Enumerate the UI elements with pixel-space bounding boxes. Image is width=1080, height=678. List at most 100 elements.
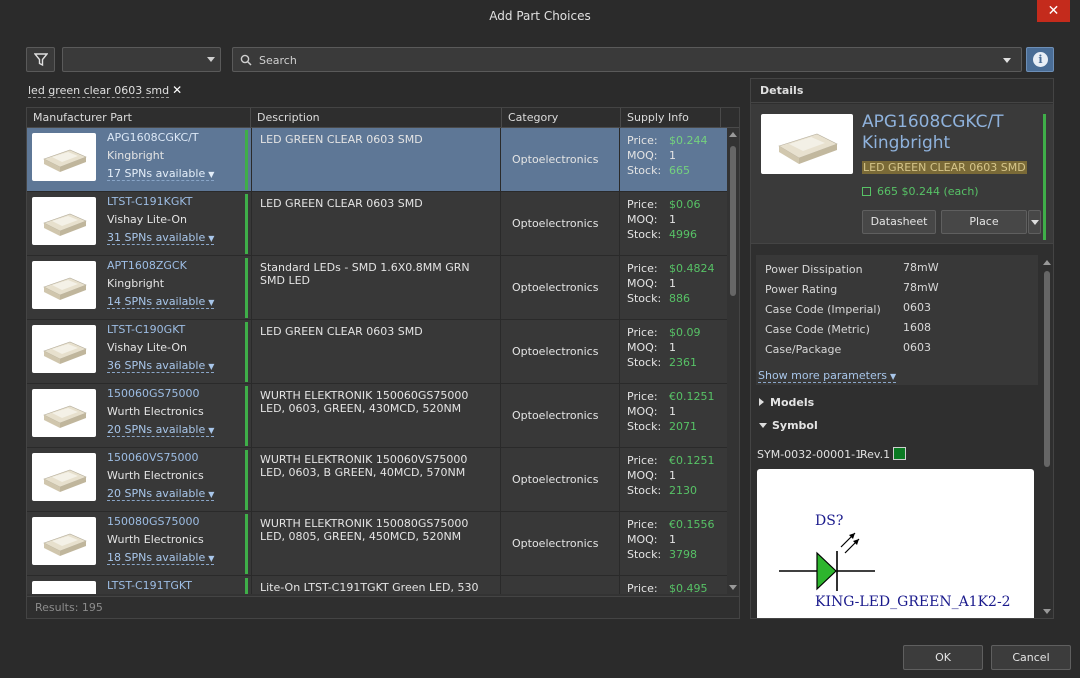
- table-header: Manufacturer Part Description Category S…: [27, 108, 739, 128]
- column-header-category[interactable]: Category: [502, 108, 621, 128]
- table-row[interactable]: LTST-C191KGKT Vishay Lite-On 31 SPNs avail…: [27, 192, 727, 256]
- spns-label: 31 SPNs available: [107, 231, 206, 244]
- scroll-down-icon[interactable]: [729, 585, 737, 590]
- spns-dropdown[interactable]: 17 SPNs available ▼: [107, 167, 215, 181]
- spns-dropdown[interactable]: 31 SPNs available ▼: [107, 231, 215, 245]
- part-number-link[interactable]: LTST-C191TGKT: [107, 579, 192, 592]
- supply-moq: MOQ: 1: [627, 468, 721, 483]
- stock-label: Stock:: [627, 292, 662, 305]
- symbol-status-swatch: [893, 447, 906, 460]
- details-description: LED GREEN CLEAR 0603 SMD: [862, 161, 1027, 174]
- spns-dropdown[interactable]: 36 SPNs available ▼: [107, 359, 215, 373]
- spns-dropdown[interactable]: 18 SPNs available ▼: [107, 551, 215, 565]
- details-summary: APG1608CGKC/T Kingbright LED GREEN CLEAR…: [751, 104, 1053, 244]
- manufacturer-name: Wurth Electronics: [107, 405, 204, 418]
- cell-manufacturer-part: 150060GS75000 Wurth Electronics 20 SPNs av…: [27, 384, 249, 448]
- part-number-link[interactable]: 150060VS75000: [107, 451, 199, 464]
- part-number-link[interactable]: LTST-C190GKT: [107, 323, 185, 336]
- price-value: $0.4824: [669, 262, 715, 275]
- price-value: €0.1556: [669, 518, 715, 531]
- ok-button[interactable]: OK: [903, 645, 983, 670]
- cell-category: Optoelectronics: [502, 448, 620, 512]
- param-value: 1608: [903, 321, 931, 334]
- details-scrollbar[interactable]: [1041, 257, 1053, 617]
- manufacturer-name: Kingbright: [107, 149, 165, 162]
- info-button[interactable]: i: [1026, 47, 1054, 72]
- part-number-link[interactable]: 150060GS75000: [107, 387, 200, 400]
- moq-label: MOQ:: [627, 277, 658, 290]
- details-header: Details: [751, 79, 1053, 103]
- part-thumbnail: [32, 517, 96, 565]
- stock-label: Stock:: [627, 420, 662, 433]
- search-history-dropdown-icon[interactable]: [1003, 58, 1011, 63]
- close-icon: ✕: [1047, 3, 1060, 19]
- cell-description: LED GREEN CLEAR 0603 SMD: [251, 192, 501, 256]
- cell-category: Optoelectronics: [502, 320, 620, 384]
- table-row[interactable]: LTST-C190GKT Vishay Lite-On 36 SPNs availa…: [27, 320, 727, 384]
- place-dropdown-button[interactable]: [1028, 210, 1041, 234]
- supply-price: Price: €0.1556: [627, 517, 721, 532]
- scroll-down-icon[interactable]: [1043, 609, 1051, 614]
- price-value: $0.06: [669, 198, 701, 211]
- supply-price: Price: $0.09: [627, 325, 721, 340]
- symbol-revision: Rev.1: [860, 448, 891, 461]
- manufacturer-name: Vishay Lite-On: [107, 341, 187, 354]
- part-number-link[interactable]: APG1608CGKC/T: [107, 131, 199, 144]
- cell-manufacturer-part: 150080GS75000 Wurth Electronics 18 SPNs av…: [27, 512, 249, 576]
- moq-value: 1: [669, 405, 676, 418]
- chevron-down-icon: ▼: [208, 170, 215, 179]
- spns-dropdown[interactable]: 14 SPNs available ▼: [107, 295, 215, 309]
- spns-dropdown[interactable]: 20 SPNs available ▼: [107, 423, 215, 437]
- show-more-parameters-link[interactable]: Show more parameters ▼: [758, 369, 897, 383]
- spns-label: 20 SPNs available: [107, 423, 206, 436]
- cell-supply-info: Price: $0.244 MOQ: 1 Stock: 665: [621, 128, 727, 192]
- column-header-supply-info[interactable]: Supply Info: [621, 108, 721, 128]
- part-image: [761, 114, 853, 174]
- part-number-link[interactable]: LTST-C191KGKT: [107, 195, 193, 208]
- place-button[interactable]: Place: [941, 210, 1027, 234]
- table-row[interactable]: 150060VS75000 Wurth Electronics 20 SPNs av…: [27, 448, 727, 512]
- moq-label: MOQ:: [627, 149, 658, 162]
- models-section-toggle[interactable]: Models: [751, 393, 1041, 413]
- results-scrollbar[interactable]: [727, 128, 739, 594]
- table-row[interactable]: LTST-C191TGKT Lite-On LTST-C191TGKT Green…: [27, 576, 727, 594]
- cell-manufacturer-part: APG1608CGKC/T Kingbright 17 SPNs available…: [27, 128, 249, 192]
- close-button[interactable]: ✕: [1037, 0, 1070, 22]
- scroll-up-icon[interactable]: [729, 132, 737, 137]
- param-value: 78mW: [903, 281, 939, 294]
- column-header-manufacturer-part[interactable]: Manufacturer Part: [27, 108, 251, 128]
- cancel-button[interactable]: Cancel: [991, 645, 1071, 670]
- filter-button[interactable]: [26, 47, 55, 72]
- table-row[interactable]: APT1608ZGCK Kingbright 14 SPNs available ▼ S…: [27, 256, 727, 320]
- led-symbol-drawing: DS? KING-LED_GREEN_A1K2-2: [779, 513, 1011, 610]
- part-thumbnail: [32, 325, 96, 373]
- scroll-thumb[interactable]: [1044, 271, 1050, 467]
- supply-moq: MOQ: 1: [627, 212, 721, 227]
- table-row[interactable]: APG1608CGKC/T Kingbright 17 SPNs available…: [27, 128, 727, 192]
- clear-query-icon[interactable]: ✕: [172, 83, 182, 97]
- availability-indicator: [245, 450, 248, 510]
- query-text[interactable]: led green clear 0603 smd: [28, 84, 170, 98]
- part-number-link[interactable]: 150080GS75000: [107, 515, 200, 528]
- datasheet-button[interactable]: Datasheet: [862, 210, 936, 234]
- moq-value: 1: [669, 469, 676, 482]
- spns-dropdown[interactable]: 20 SPNs available ▼: [107, 487, 215, 501]
- toolbar: Search i: [26, 47, 1054, 73]
- column-header-description[interactable]: Description: [251, 108, 502, 128]
- part-thumbnail: [32, 453, 96, 501]
- search-input[interactable]: Search: [232, 47, 1022, 72]
- table-row[interactable]: 150080GS75000 Wurth Electronics 18 SPNs av…: [27, 512, 727, 576]
- supply-price: Price: $0.244: [627, 133, 721, 148]
- supply-stock: Stock: 2130: [627, 483, 721, 498]
- symbol-section-toggle[interactable]: Symbol: [751, 416, 1041, 436]
- price-label: Price:: [627, 518, 658, 531]
- scroll-thumb[interactable]: [730, 146, 736, 296]
- part-number-link[interactable]: APT1608ZGCK: [107, 259, 187, 272]
- chevron-down-icon: [207, 57, 215, 62]
- moq-label: MOQ:: [627, 405, 658, 418]
- filter-combo[interactable]: [62, 47, 221, 72]
- param-value: 78mW: [903, 261, 939, 274]
- scroll-up-icon[interactable]: [1043, 260, 1051, 265]
- table-row[interactable]: 150060GS75000 Wurth Electronics 20 SPNs av…: [27, 384, 727, 448]
- cell-description: LED GREEN CLEAR 0603 SMD: [251, 128, 501, 192]
